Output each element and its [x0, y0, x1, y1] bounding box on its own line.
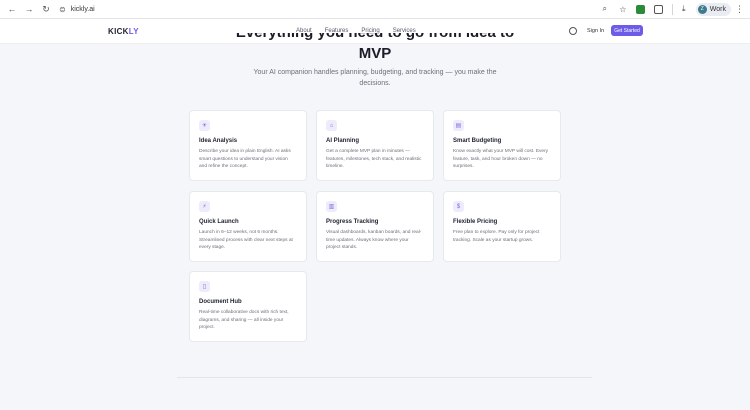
dollar-icon: $ — [453, 201, 464, 212]
back-arrow-icon[interactable]: ← — [5, 2, 19, 16]
toolbar-divider — [671, 3, 673, 15]
lightning-icon: ⚡ — [199, 201, 210, 212]
forward-arrow-icon[interactable]: → — [22, 2, 36, 16]
card-description: Visual dashboards, kanban boards, and re… — [326, 230, 422, 251]
robot-icon: ⌂ — [326, 120, 337, 131]
hero-title-line1: Everything you need to go from idea to — [236, 33, 514, 44]
site-info-icon[interactable]: ⊜ — [59, 5, 66, 14]
lightbulb-icon: ☀ — [199, 120, 210, 131]
hero-title-line1-clipped: Everything you need to go from idea to — [0, 33, 750, 44]
card-description: Know exactly what your MVP will cost. Ev… — [453, 149, 549, 170]
calculator-icon: ▤ — [453, 120, 464, 131]
hero-title-line2: MVP — [358, 45, 392, 62]
chart-icon: ▥ — [326, 201, 337, 212]
feature-card-quick-launch: ⚡ Quick Launch Launch in 6–12 weeks, not… — [189, 191, 307, 262]
card-title: Smart Budgeting — [453, 138, 502, 144]
card-title: Document Hub — [199, 299, 242, 305]
extensions-puzzle-icon[interactable] — [652, 2, 666, 16]
card-description: Launch in 6–12 weeks, not 6 months. Stre… — [199, 230, 293, 251]
card-description: Get a complete MVP plan in minutes — fea… — [326, 149, 422, 170]
extension-icon[interactable] — [634, 2, 648, 16]
feature-card-progress-tracking: ▥ Progress Tracking Visual dashboards, k… — [316, 191, 434, 262]
hero-subtitle: Your AI companion handles planning, budg… — [253, 69, 497, 87]
avatar: Z — [697, 4, 707, 14]
download-icon[interactable]: ⤓ — [677, 2, 691, 16]
browser-toolbar: ← → ↻ ⊜ kickly.ai ⌕ ☆ ⤓ Z Work ⋮ — [0, 0, 750, 19]
section-divider — [177, 377, 592, 378]
profile-label: Work — [709, 5, 726, 13]
card-description: Free plan to explore. Pay only for proje… — [453, 230, 540, 243]
card-title: Idea Analysis — [199, 138, 238, 144]
reload-icon[interactable]: ↻ — [39, 2, 53, 16]
card-description: Describe your idea in plain English. AI … — [199, 149, 291, 170]
card-title: Progress Tracking — [326, 219, 379, 225]
address-bar[interactable]: ⊜ kickly.ai — [59, 0, 594, 19]
card-title: AI Planning — [326, 138, 359, 144]
feature-card-document-hub: ▯ Document Hub Real-time collaborative d… — [189, 271, 307, 342]
document-icon: ▯ — [199, 281, 210, 292]
feature-card-flexible-pricing: $ Flexible Pricing Free plan to explore.… — [443, 191, 561, 262]
feature-card-ai-planning: ⌂ AI Planning Get a complete MVP plan in… — [316, 110, 434, 181]
feature-card-smart-budgeting: ▤ Smart Budgeting Know exactly what your… — [443, 110, 561, 181]
star-icon[interactable]: ☆ — [616, 2, 630, 16]
card-title: Quick Launch — [199, 219, 239, 225]
menu-kebab-icon[interactable]: ⋮ — [735, 4, 744, 15]
zoom-icon[interactable]: ⌕ — [598, 2, 612, 16]
feature-card-idea-analysis: ☀ Idea Analysis Describe your idea in pl… — [189, 110, 307, 181]
url-text[interactable]: kickly.ai — [71, 6, 95, 13]
card-title: Flexible Pricing — [453, 219, 498, 225]
card-description: Real-time collaborative docs with rich t… — [199, 310, 289, 331]
profile-button[interactable]: Z Work — [695, 2, 731, 16]
